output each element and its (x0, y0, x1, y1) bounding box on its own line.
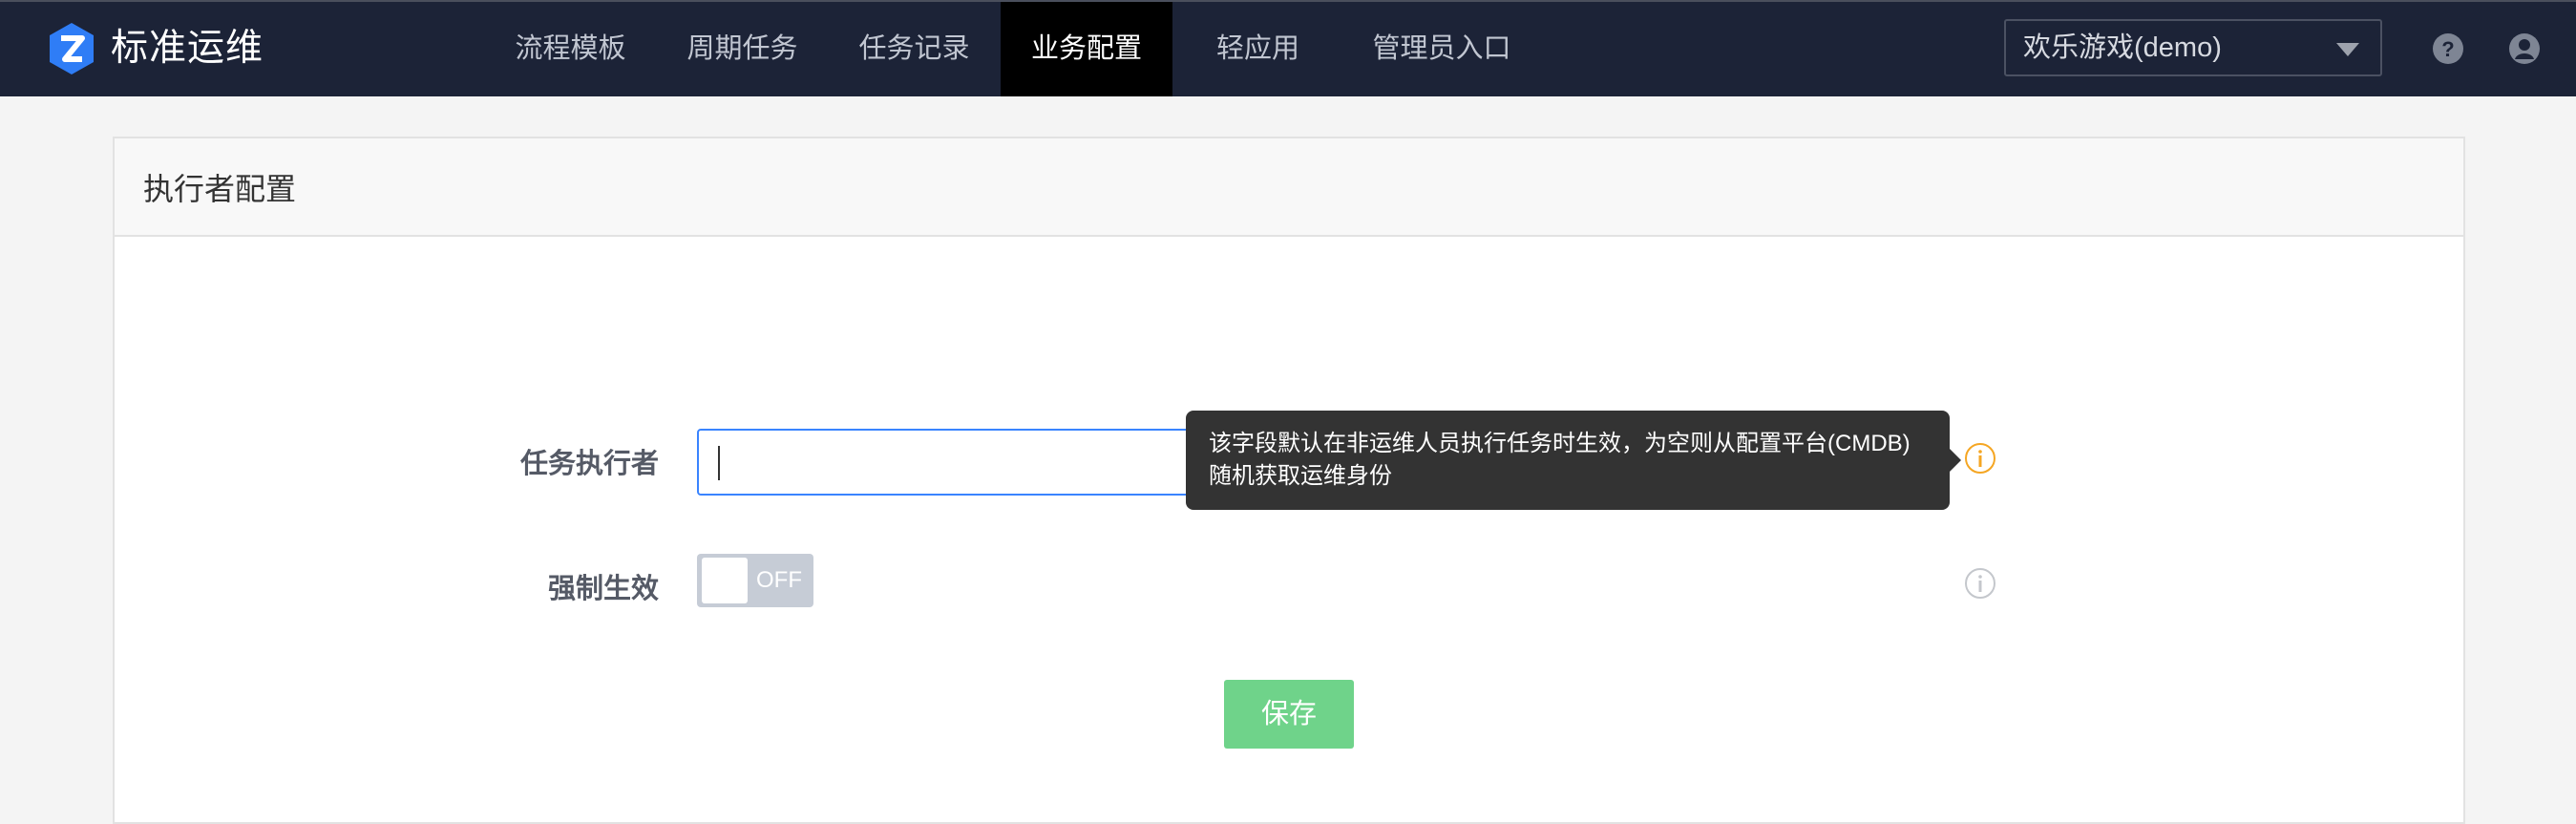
panel-title: 执行者配置 (143, 172, 297, 206)
force-toggle[interactable]: OFF (697, 554, 813, 607)
toggle-knob (702, 558, 748, 603)
nav-admin-entry[interactable]: 管理员入口 (1356, 2, 1528, 96)
nav-task-records[interactable]: 任务记录 (840, 2, 988, 96)
user-icon[interactable] (2508, 32, 2541, 65)
business-selector[interactable]: 欢乐游戏(demo) (2004, 19, 2382, 76)
nav-periodic-tasks[interactable]: 周期任务 (668, 2, 816, 96)
toggle-state-text: OFF (756, 567, 802, 593)
tooltip-arrow (1950, 449, 1961, 472)
brand-name[interactable]: 标准运维 (111, 23, 264, 74)
nav-flow-templates[interactable]: 流程模板 (496, 2, 644, 96)
text-cursor (718, 446, 720, 480)
force-label: 强制生效 (547, 574, 659, 604)
executor-label: 任务执行者 (519, 449, 659, 479)
help-icon[interactable]: ? (2432, 32, 2464, 65)
panel-header: 执行者配置 (115, 138, 2463, 237)
chevron-down-icon (2336, 43, 2359, 56)
business-selector-value: 欢乐游戏(demo) (2023, 32, 2222, 63)
info-icon[interactable] (1964, 442, 1996, 475)
nav-business-config[interactable]: 业务配置 (1001, 2, 1172, 96)
logo-icon[interactable] (44, 21, 99, 76)
save-button[interactable]: 保存 (1224, 680, 1354, 749)
tooltip-text: 该字段默认在非运维人员执行任务时生效，为空则从配置平台(CMDB)随机获取运维身… (1209, 431, 1911, 489)
executor-tooltip: 该字段默认在非运维人员执行任务时生效，为空则从配置平台(CMDB)随机获取运维身… (1186, 411, 1961, 510)
nav-light-apps[interactable]: 轻应用 (1193, 2, 1322, 96)
svg-text:?: ? (2441, 37, 2454, 61)
info-icon[interactable] (1964, 567, 1996, 600)
executor-input[interactable] (697, 429, 1251, 496)
top-navigation-bar: 标准运维 流程模板 周期任务 任务记录 业务配置 轻应用 管理员入口 欢乐游戏(… (0, 0, 2576, 96)
